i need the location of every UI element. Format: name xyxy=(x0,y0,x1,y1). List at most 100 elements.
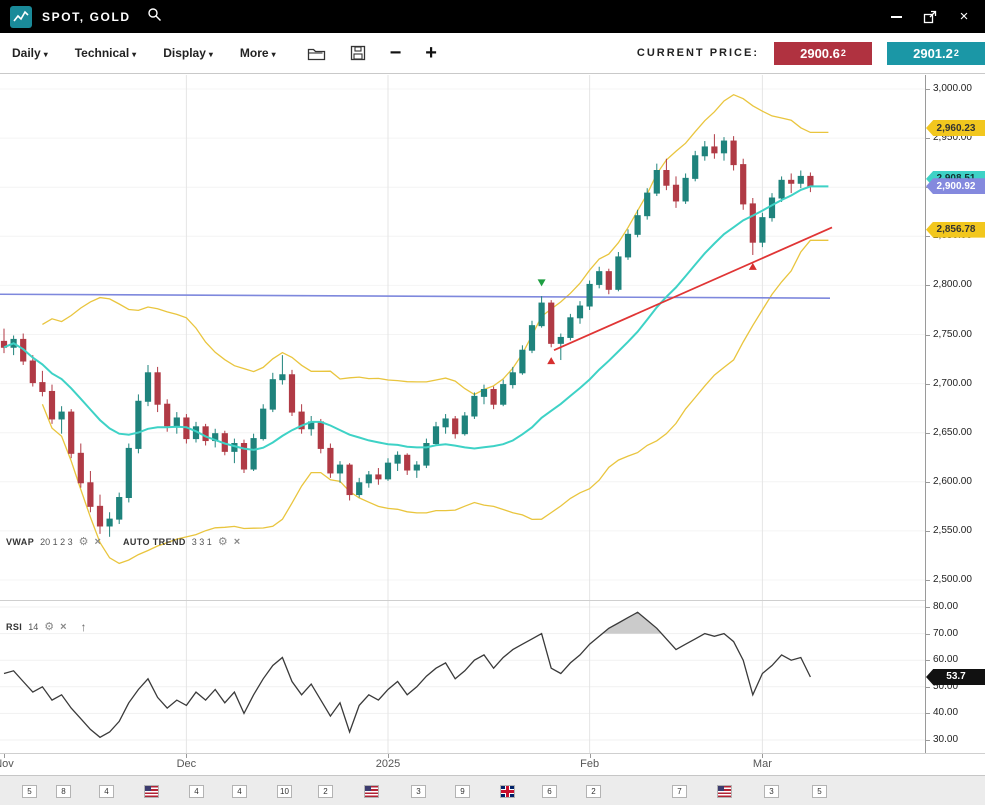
autotrend-remove-icon[interactable]: × xyxy=(234,537,240,547)
calendar-event-marker[interactable]: 9 xyxy=(455,785,470,798)
rsi-line xyxy=(4,612,810,737)
uk-flag-icon xyxy=(501,786,514,797)
titlebar: SPOT, GOLD × xyxy=(0,0,985,33)
rsi-params: 14 xyxy=(28,622,38,632)
tool-icons: − + xyxy=(307,43,437,63)
price-tag-badge: 2,900.92 xyxy=(926,178,985,194)
calendar-event-marker[interactable]: 10 xyxy=(277,785,292,798)
calendar-event-marker[interactable]: 5 xyxy=(22,785,37,798)
calendar-event-marker[interactable]: 4 xyxy=(189,785,204,798)
price-axis-label: 2,650.00 xyxy=(933,427,972,439)
calendar-event-marker[interactable]: 2 xyxy=(318,785,333,798)
price-axis-label: 2,750.00 xyxy=(933,329,972,341)
calendar-flag-marker[interactable] xyxy=(364,785,379,798)
menu-bar: Daily▾ Technical▾ Display▾ More▾ xyxy=(12,46,303,60)
app-logo-icon xyxy=(10,6,32,28)
overlay-legend: VWAP 20 1 2 3 ⚙ × AUTO TREND 3 3 1 ⚙ × xyxy=(6,537,240,547)
calendar-event-marker[interactable]: 4 xyxy=(232,785,247,798)
rsi-label: RSI xyxy=(6,622,22,632)
bid-price-value: 2900.6 xyxy=(800,46,840,61)
menu-more[interactable]: More▾ xyxy=(240,46,276,60)
us-flag-icon xyxy=(365,786,378,797)
candles-layer xyxy=(1,134,813,537)
calendar-flag-marker[interactable] xyxy=(144,785,159,798)
calendar-flag-marker[interactable] xyxy=(500,785,515,798)
rsi-chart[interactable] xyxy=(0,601,925,753)
autotrend-params: 3 3 1 xyxy=(192,537,212,547)
restore-button[interactable] xyxy=(923,10,937,24)
bollinger-band-layer xyxy=(42,95,828,564)
calendar-event-marker[interactable]: 5 xyxy=(812,785,827,798)
rsi-remove-icon[interactable]: × xyxy=(60,622,66,632)
price-axis-label: 2,550.00 xyxy=(933,525,972,537)
window-controls: × xyxy=(889,10,975,24)
chart-area: VWAP 20 1 2 3 ⚙ × AUTO TREND 3 3 1 ⚙ × R… xyxy=(0,75,985,805)
close-button[interactable]: × xyxy=(957,10,971,24)
signal-markers-layer xyxy=(538,263,757,364)
time-axis[interactable]: Nov Dec 2025 Feb Mar xyxy=(0,754,925,775)
ask-price-badge: 2901.22 xyxy=(887,42,985,65)
price-axis-label: 2,500.00 xyxy=(933,574,972,586)
price-tag-badge: 2,856.78 xyxy=(926,222,985,238)
bid-price-sup: 2 xyxy=(841,48,846,58)
price-axis-label: 2,700.00 xyxy=(933,378,972,390)
open-folder-icon[interactable] xyxy=(307,46,326,61)
rsi-axis-label: 60.00 xyxy=(933,654,958,666)
rsi-axis-label: 80.00 xyxy=(933,601,958,613)
search-icon[interactable] xyxy=(147,7,162,27)
grid-layer xyxy=(0,75,925,600)
save-icon[interactable] xyxy=(350,45,366,61)
bid-price-badge: 2900.62 xyxy=(774,42,872,65)
rsi-grid-layer xyxy=(0,601,925,753)
rsi-axis-label: 30.00 xyxy=(933,734,958,746)
us-flag-icon xyxy=(145,786,158,797)
autotrend-label: AUTO TREND xyxy=(123,537,186,547)
price-axis-label: 2,800.00 xyxy=(933,279,972,291)
vwap-remove-icon[interactable]: × xyxy=(95,537,101,547)
time-axis-label: Mar xyxy=(753,758,772,770)
rsi-axis-label: 70.00 xyxy=(933,628,958,640)
calendar-event-marker[interactable]: 2 xyxy=(586,785,601,798)
menu-daily[interactable]: Daily▾ xyxy=(12,46,48,60)
trading-app-window: SPOT, GOLD × Daily▾ Technical▾ Display▾ Mor… xyxy=(0,0,985,805)
price-axis[interactable]: ▼ 3,000.002,950.002,900.002,850.002,800.… xyxy=(925,75,985,753)
ask-price-value: 2901.2 xyxy=(913,46,953,61)
auto-trend-line xyxy=(554,227,832,350)
toolbar: Daily▾Technical▾Display▾More▾ − + CURREN… xyxy=(0,33,985,74)
ask-price-sup: 2 xyxy=(954,48,959,58)
rsi-expand-icon[interactable]: ↑ xyxy=(81,620,87,634)
time-axis-label: Nov xyxy=(0,758,14,770)
moving-average-line xyxy=(4,186,828,450)
autotrend-settings-icon[interactable]: ⚙ xyxy=(218,537,228,547)
calendar-event-marker[interactable]: 6 xyxy=(542,785,557,798)
minimize-button[interactable] xyxy=(889,10,903,24)
vwap-params: 20 1 2 3 xyxy=(40,537,73,547)
price-tag-badge: 2,960.23 xyxy=(926,120,985,136)
time-axis-label: Dec xyxy=(177,758,197,770)
menu-display[interactable]: Display▾ xyxy=(163,46,213,60)
calendar-event-marker[interactable]: 7 xyxy=(672,785,687,798)
symbol-title: SPOT, GOLD xyxy=(42,10,131,24)
vwap-line xyxy=(0,294,830,298)
rsi-legend: RSI 14 ⚙ × ↑ xyxy=(6,620,87,634)
rsi-axis-label: 40.00 xyxy=(933,707,958,719)
zoom-in-button[interactable]: + xyxy=(425,43,437,63)
calendar-event-marker[interactable]: 4 xyxy=(99,785,114,798)
vwap-label: VWAP xyxy=(6,537,34,547)
time-axis-label: Feb xyxy=(580,758,599,770)
us-flag-icon xyxy=(718,786,731,797)
menu-technical[interactable]: Technical▾ xyxy=(75,46,136,60)
main-price-chart[interactable] xyxy=(0,75,925,600)
calendar-event-marker[interactable]: 8 xyxy=(56,785,71,798)
vwap-settings-icon[interactable]: ⚙ xyxy=(79,537,89,547)
calendar-event-marker[interactable]: 3 xyxy=(764,785,779,798)
calendar-flag-marker[interactable] xyxy=(717,785,732,798)
zoom-out-button[interactable]: − xyxy=(390,43,402,63)
price-axis-label: 2,600.00 xyxy=(933,476,972,488)
rsi-value-badge: 53.7 xyxy=(926,669,985,685)
calendar-event-marker[interactable]: 3 xyxy=(411,785,426,798)
price-axis-label: 3,000.00 xyxy=(933,83,972,95)
rsi-settings-icon[interactable]: ⚙ xyxy=(44,622,54,632)
calendar-event-strip: 5 8 4 4 4 10 2 3 9 6 2 7 3 5 xyxy=(0,775,985,805)
time-axis-label: 2025 xyxy=(376,758,400,770)
